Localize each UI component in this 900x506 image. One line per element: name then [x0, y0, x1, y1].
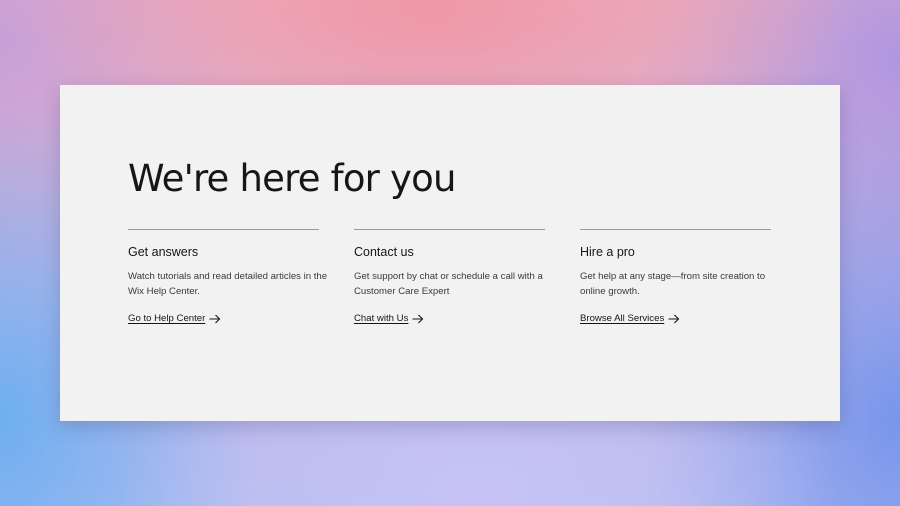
- section-heading: Contact us: [354, 245, 414, 259]
- section-divider: [128, 229, 319, 230]
- get-answers-section: Get answers Watch tutorials and read det…: [128, 229, 327, 326]
- section-divider: [580, 229, 771, 230]
- arrow-right-icon: [412, 314, 424, 324]
- link-label: Go to Help Center: [128, 313, 206, 324]
- section-description: Get support by chat or schedule a call w…: [354, 271, 543, 297]
- go-to-help-center-link[interactable]: Go to Help Center: [128, 313, 221, 324]
- arrow-right-icon: [668, 314, 680, 324]
- page-title: We're here for you: [128, 157, 456, 200]
- section-description: Watch tutorials and read detailed articl…: [128, 271, 328, 297]
- contact-us-section: Contact us Get support by chat or schedu…: [354, 229, 545, 326]
- link-label: Chat with Us: [354, 313, 409, 324]
- section-description: Get help at any stage—from site creation…: [580, 271, 766, 297]
- link-label: Browse All Services: [580, 313, 665, 324]
- section-heading: Get answers: [128, 245, 199, 259]
- browse-all-services-link[interactable]: Browse All Services: [580, 313, 680, 324]
- section-heading: Hire a pro: [580, 245, 635, 259]
- chat-with-us-link[interactable]: Chat with Us: [354, 313, 424, 324]
- section-divider: [354, 229, 545, 230]
- arrow-right-icon: [209, 314, 221, 324]
- support-card: We're here for you Get answers Watch tut…: [60, 85, 840, 421]
- hire-a-pro-section: Hire a pro Get help at any stage—from si…: [580, 229, 771, 326]
